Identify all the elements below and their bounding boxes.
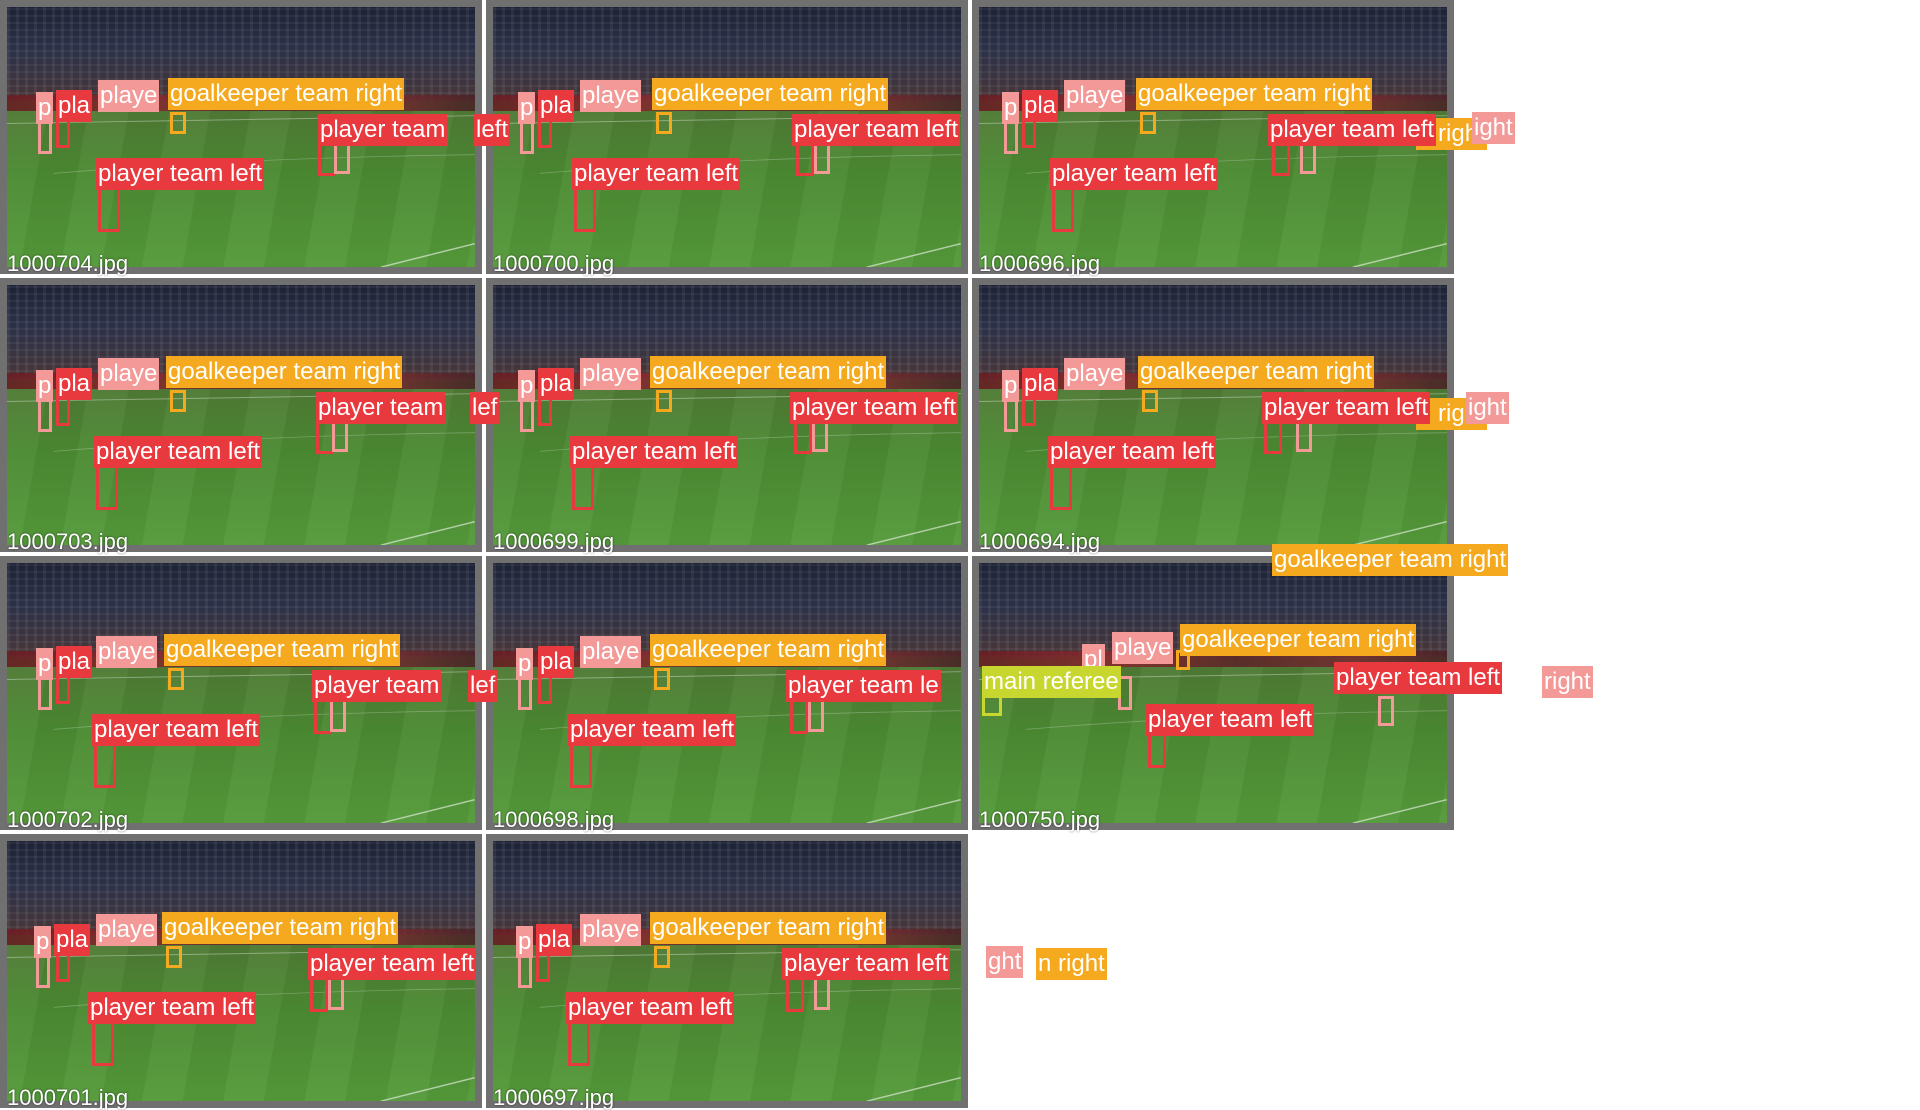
image-tile[interactable]: 1000696.jpg: [972, 0, 1454, 276]
advertising-boards: [493, 651, 961, 667]
soccer-frame: [979, 285, 1447, 545]
advertising-boards: [979, 651, 1447, 667]
stadium-stands: [493, 7, 961, 101]
image-filename: 1000694.jpg: [979, 529, 1101, 554]
stadium-stands: [979, 285, 1447, 379]
pitch: [493, 111, 961, 267]
advertising-boards: [979, 95, 1447, 111]
pitch: [493, 945, 961, 1101]
advertising-boards: [493, 95, 961, 111]
stadium-stands: [979, 563, 1447, 657]
soccer-frame: [493, 563, 961, 823]
image-filename: 1000702.jpg: [7, 807, 129, 832]
image-tile[interactable]: 1000694.jpg: [972, 278, 1454, 554]
image-tile[interactable]: 1000704.jpg: [0, 0, 482, 276]
stadium-stands: [979, 7, 1447, 101]
image-filename: 1000750.jpg: [979, 807, 1101, 832]
image-filename: 1000697.jpg: [493, 1085, 615, 1110]
advertising-boards: [7, 651, 475, 667]
pitch: [7, 945, 475, 1101]
stadium-stands: [493, 563, 961, 657]
advertising-boards: [979, 373, 1447, 389]
pitch: [979, 389, 1447, 545]
image-filename: 1000701.jpg: [7, 1085, 129, 1110]
advertising-boards: [7, 929, 475, 945]
image-filename: 1000696.jpg: [979, 251, 1101, 276]
soccer-frame: [979, 7, 1447, 267]
image-filename: 1000703.jpg: [7, 529, 129, 554]
detection-mosaic: 1000704.jpg 1000703.jpg 1000702.jpg 1000…: [0, 0, 1920, 1110]
stadium-stands: [493, 285, 961, 379]
image-tile[interactable]: 1000750.jpg: [972, 556, 1454, 832]
pitch: [7, 111, 475, 267]
pitch: [7, 667, 475, 823]
soccer-frame: [7, 285, 475, 545]
image-filename: 1000704.jpg: [7, 251, 129, 276]
image-filename: 1000698.jpg: [493, 807, 615, 832]
image-tile[interactable]: 1000700.jpg: [486, 0, 968, 276]
pitch: [493, 667, 961, 823]
pitch: [979, 667, 1447, 823]
soccer-frame: [493, 841, 961, 1101]
image-tile[interactable]: 1000703.jpg: [0, 278, 482, 554]
pitch: [979, 111, 1447, 267]
image-filename: 1000699.jpg: [493, 529, 615, 554]
advertising-boards: [7, 95, 475, 111]
stadium-stands: [7, 285, 475, 379]
image-tile[interactable]: 1000699.jpg: [486, 278, 968, 554]
image-tile[interactable]: 1000697.jpg: [486, 834, 968, 1110]
image-tile[interactable]: 1000702.jpg: [0, 556, 482, 832]
image-tile[interactable]: 1000701.jpg: [0, 834, 482, 1110]
stadium-stands: [493, 841, 961, 935]
soccer-frame: [493, 7, 961, 267]
image-tile[interactable]: 1000698.jpg: [486, 556, 968, 832]
advertising-boards: [493, 929, 961, 945]
stadium-stands: [7, 7, 475, 101]
soccer-frame: [493, 285, 961, 545]
advertising-boards: [493, 373, 961, 389]
image-filename: 1000700.jpg: [493, 251, 615, 276]
stadium-stands: [7, 841, 475, 935]
soccer-frame: [979, 563, 1447, 823]
pitch: [493, 389, 961, 545]
soccer-frame: [7, 7, 475, 267]
pitch: [7, 389, 475, 545]
soccer-frame: [7, 563, 475, 823]
advertising-boards: [7, 373, 475, 389]
soccer-frame: [7, 841, 475, 1101]
stadium-stands: [7, 563, 475, 657]
